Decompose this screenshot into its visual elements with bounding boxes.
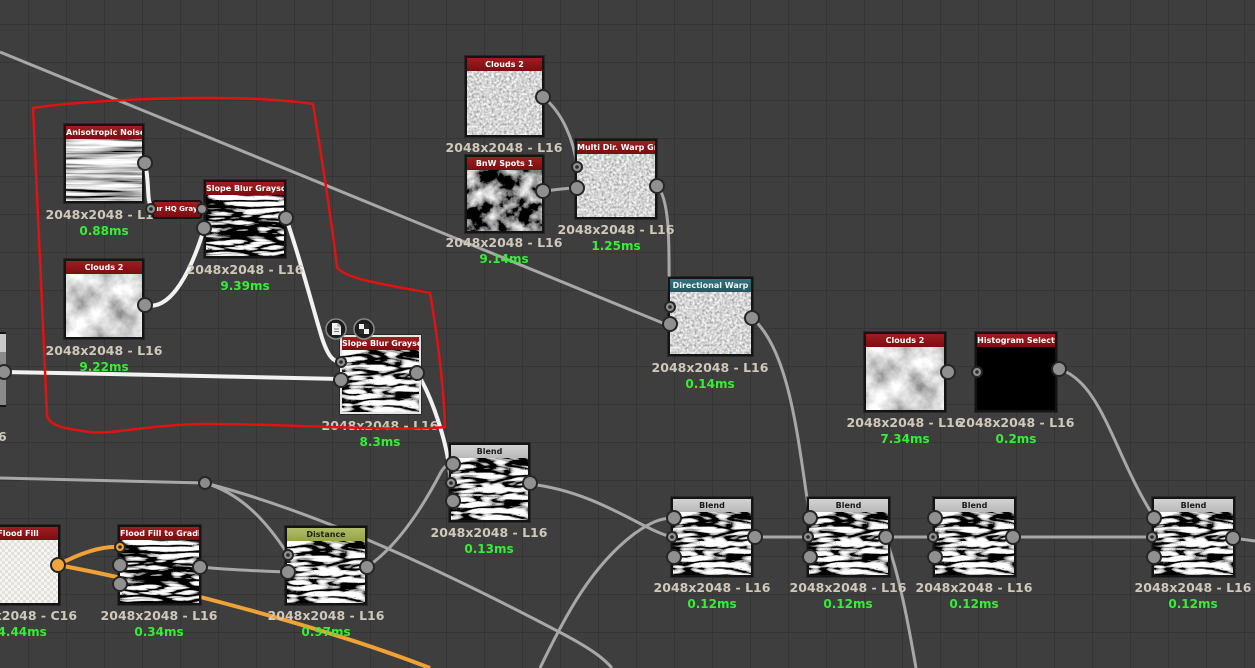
node-blend-center[interactable]: Blend xyxy=(449,443,530,522)
node-clipped-left[interactable] xyxy=(0,332,6,407)
node-distance[interactable]: Distance xyxy=(285,526,367,605)
node-thumbnail xyxy=(935,512,1014,575)
node-thumbnail xyxy=(1154,512,1233,575)
node-time-label: 0.13ms xyxy=(464,542,514,556)
node-histogram-select[interactable]: Histogram Select xyxy=(975,332,1057,412)
node-thumbnail xyxy=(670,292,751,354)
wire[interactable] xyxy=(542,186,577,193)
node-blend-3[interactable]: Blend xyxy=(933,497,1016,577)
node-header: Multi Dir. Warp Grayscale xyxy=(577,141,655,154)
wire[interactable] xyxy=(1232,536,1255,543)
node-size-label: 2048x2048 - L16 xyxy=(45,343,163,358)
node-multi-dir-warp-grayscale[interactable]: Multi Dir. Warp Grayscale xyxy=(575,139,657,219)
node-size-label: 2048x2048 - L16 xyxy=(321,418,439,433)
node-time-label: 0.97ms xyxy=(301,625,351,639)
node-thumbnail xyxy=(577,154,655,217)
node-blend-2[interactable]: Blend xyxy=(807,497,890,577)
node-time-label: 9.14ms xyxy=(479,252,529,266)
wire[interactable] xyxy=(204,481,289,554)
node-thumbnail xyxy=(66,139,142,201)
node-blur-hq-compact[interactable]: ur HQ Gray... xyxy=(152,200,202,219)
node-thumbnail xyxy=(467,71,542,135)
node-time-label: 9.39ms xyxy=(220,279,270,293)
node-size-label: 2048x2048 - L16 xyxy=(651,360,769,375)
node-directional-warp[interactable]: Directional Warp xyxy=(668,277,753,356)
node-header: Blend xyxy=(451,445,528,458)
node-thumbnail xyxy=(66,274,142,337)
node-flood-fill[interactable]: Flood Fill xyxy=(0,525,60,605)
node-thumbnail xyxy=(451,458,528,520)
node-thumbnail xyxy=(673,512,751,575)
node-thumbnail xyxy=(120,540,199,603)
node-time-label: 0.12ms xyxy=(949,597,999,611)
node-time-label: 0.34ms xyxy=(134,625,184,639)
node-time-label: 8.3ms xyxy=(359,435,401,449)
node-size-label: 2048x2048 - L16 xyxy=(557,222,675,237)
node-header: Blend xyxy=(673,499,751,512)
node-size-label: 2048x2048 - L16 xyxy=(1134,580,1252,595)
node-flood-fill-to-gradient[interactable]: Flood Fill to Gradient xyxy=(118,525,201,605)
node-time-label: 0.12ms xyxy=(1168,597,1218,611)
node-slope-blur-grayscale[interactable]: Slope Blur Grayscale xyxy=(204,180,286,258)
node-thumbnail xyxy=(467,170,542,231)
node-size-label: 2048x2048 - L16 xyxy=(267,608,385,623)
node-slope-blur-grayscale-selected[interactable]: Slope Blur Grayscale xyxy=(340,335,421,414)
node-thumbnail xyxy=(287,541,365,603)
node-clouds2-top[interactable]: Clouds 2 xyxy=(465,56,544,137)
reroute-dot[interactable] xyxy=(198,476,212,490)
node-thumbnail xyxy=(866,347,944,410)
node-header: Clouds 2 xyxy=(66,261,142,274)
node-blend-4[interactable]: Blend xyxy=(1152,497,1235,577)
node-thumbnail xyxy=(342,350,419,412)
wire[interactable] xyxy=(542,95,579,168)
node-anisotropic-noise[interactable]: Anisotropic Noise xyxy=(64,124,144,203)
node-time-label: 0.14ms xyxy=(685,377,735,391)
node-header: Blend xyxy=(935,499,1014,512)
node-header: Blend xyxy=(809,499,888,512)
node-thumbnail xyxy=(0,540,58,603)
wire-highlight[interactable] xyxy=(57,544,120,567)
node-size-label: 2048x2048 - L16 xyxy=(430,525,548,540)
wire[interactable] xyxy=(751,316,812,518)
wire[interactable] xyxy=(199,565,287,574)
node-bnw-spots-1[interactable]: BnW Spots 1 xyxy=(465,155,544,233)
node-size-label: 2048x2048 - L16 xyxy=(957,415,1075,430)
wire[interactable] xyxy=(0,476,206,485)
node-size-label: 2048x2048 - L16 xyxy=(186,262,304,277)
node-header: Histogram Select xyxy=(977,334,1055,347)
node-header: Clouds 2 xyxy=(866,334,944,347)
node-header: Flood Fill xyxy=(0,527,58,540)
node-header: Directional Warp xyxy=(670,279,751,292)
node-header: Slope Blur Grayscale xyxy=(342,337,419,350)
node-thumbnail xyxy=(206,195,284,256)
node-size-label: 2048x2048 - L16 xyxy=(915,580,1033,595)
node-header: Distance xyxy=(287,528,365,541)
node-header: Anisotropic Noise xyxy=(66,126,142,139)
node-header: Clouds 2 xyxy=(467,58,542,71)
node-thumbnail xyxy=(809,512,888,575)
node-clouds2-right[interactable]: Clouds 2 xyxy=(864,332,946,412)
node-time-label: 9.22ms xyxy=(79,360,129,374)
node-time-label: 1.25ms xyxy=(591,239,641,253)
node-header: Flood Fill to Gradient xyxy=(120,527,199,540)
node-blend-1[interactable]: Blend xyxy=(671,497,753,577)
graph-canvas[interactable]: Anisotropic Noise 2048x2048 - L16 0.88ms… xyxy=(0,0,1255,668)
node-header: Slope Blur Grayscale xyxy=(206,182,284,195)
wire-selected[interactable] xyxy=(143,162,154,210)
node-time-label: 0.2ms xyxy=(995,432,1037,446)
node-time-label: 0.88ms xyxy=(79,224,129,238)
node-size-label: 2048x2048 - L16 xyxy=(445,140,563,155)
node-header: BnW Spots 1 xyxy=(467,157,542,170)
node-size-label: 2048x2048 - L16 xyxy=(100,608,218,623)
node-thumbnail xyxy=(977,347,1055,410)
node-header: Blend xyxy=(1154,499,1233,512)
clipped-size-label: 6 xyxy=(0,429,7,444)
wire[interactable] xyxy=(204,481,614,668)
node-clouds2-left[interactable]: Clouds 2 xyxy=(64,259,144,339)
